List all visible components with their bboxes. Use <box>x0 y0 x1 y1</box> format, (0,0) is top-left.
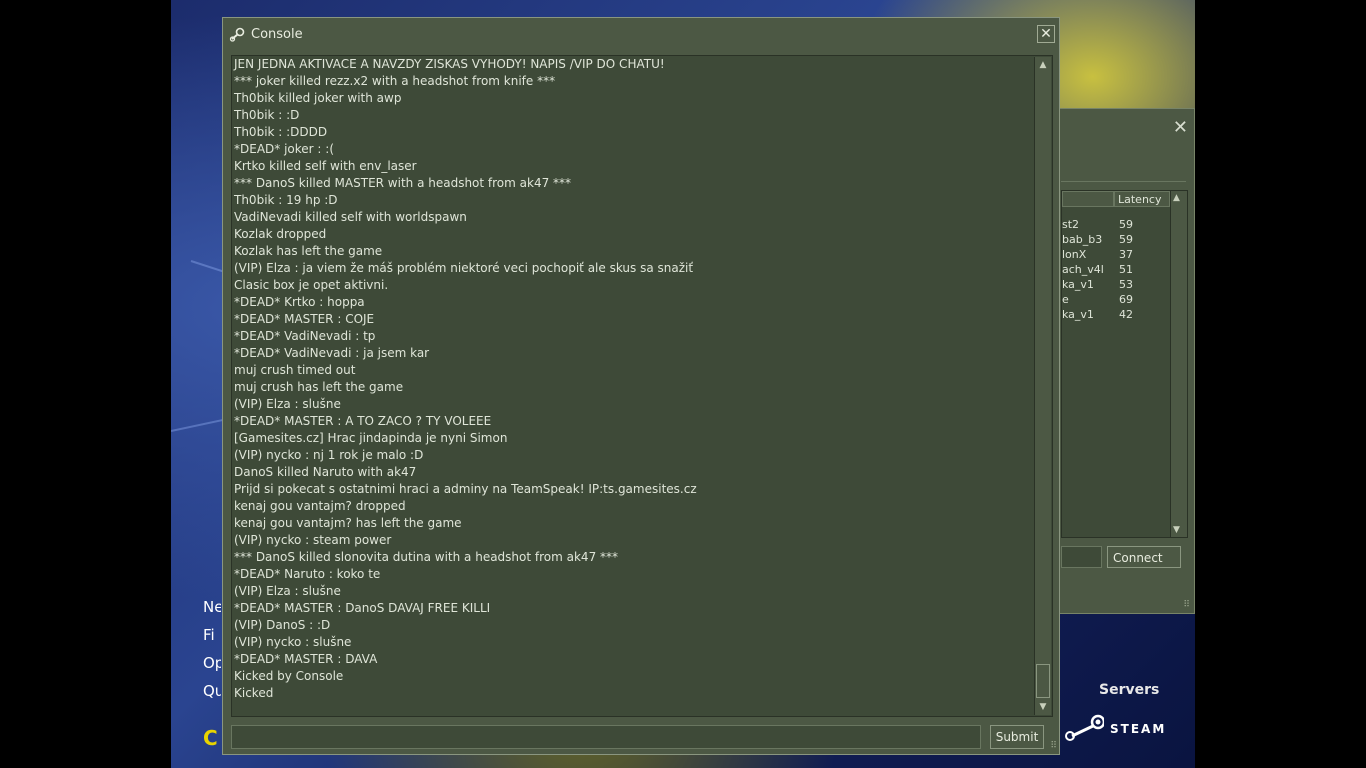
server-latency: 42 <box>1119 308 1133 321</box>
console-log[interactable]: JEN JEDNA AKTIVACE A NAVZDY ZISKAS VYHOD… <box>231 55 1053 717</box>
server-list-header-latency[interactable]: Latency <box>1114 191 1170 207</box>
console-log-line: *** joker killed rezz.x2 with a headshot… <box>234 74 556 88</box>
console-titlebar[interactable]: Console ✕ <box>223 18 1059 52</box>
console-log-line: *** DanoS killed MASTER with a headshot … <box>234 176 572 190</box>
console-title: Console <box>251 27 303 42</box>
server-map-name: ka_v1 <box>1062 278 1094 291</box>
main-menu-item-find-servers[interactable]: Fi <box>203 626 221 654</box>
server-latency: 51 <box>1119 263 1133 276</box>
console-log-line: JEN JEDNA AKTIVACE A NAVZDY ZISKAS VYHOD… <box>234 57 665 71</box>
console-log-line: *DEAD* MASTER : DAVA <box>234 652 378 666</box>
console-log-line: Prijd si pokecat s ostatnimi hraci a adm… <box>234 482 697 496</box>
console-log-line: DanoS killed Naruto with ak47 <box>234 465 417 479</box>
main-menu-item-new-game[interactable]: Ne <box>203 598 221 626</box>
console-log-line: *DEAD* VadiNevadi : tp <box>234 329 376 343</box>
servers-label[interactable]: Servers <box>1099 682 1159 698</box>
console-log-line: *DEAD* Krtko : hoppa <box>234 295 365 309</box>
console-log-line: Krtko killed self with env_laser <box>234 159 417 173</box>
connect-button[interactable]: Connect <box>1107 546 1181 568</box>
server-map-name: lonX <box>1062 248 1087 261</box>
steam-wordmark: STEAM <box>1110 721 1167 736</box>
server-map-name: st2 <box>1062 218 1080 231</box>
counter-strike-logo: C <box>203 726 218 750</box>
steam-icon <box>229 27 245 47</box>
server-list-header-map[interactable] <box>1062 191 1114 207</box>
console-window: Console ✕ JEN JEDNA AKTIVACE A NAVZDY ZI… <box>222 17 1060 755</box>
console-log-line: (VIP) nycko : slušne <box>234 635 352 649</box>
console-log-line: Kicked <box>234 686 274 700</box>
console-log-line: *** DanoS killed slonovita dutina with a… <box>234 550 619 564</box>
console-log-line: Clasic box je opet aktivni. <box>234 278 389 292</box>
console-log-line: Th0bik : :DDDD <box>234 125 328 139</box>
scroll-down-icon[interactable]: ▼ <box>1036 700 1050 714</box>
console-log-line: (VIP) Elza : slušne <box>234 397 341 411</box>
console-log-line: (VIP) Elza : slušne <box>234 584 341 598</box>
console-log-line: *DEAD* MASTER : DanoS DAVAJ FREE KILLI <box>234 601 491 615</box>
server-map-name: ka_v1 <box>1062 308 1094 321</box>
scroll-up-icon[interactable]: ▲ <box>1173 193 1180 203</box>
console-log-line: Kozlak dropped <box>234 227 327 241</box>
console-log-line: Th0bik killed joker with awp <box>234 91 402 105</box>
resize-grip-icon[interactable]: ⠿ <box>1183 600 1190 610</box>
server-address-field[interactable] <box>1061 546 1102 568</box>
server-latency: 69 <box>1119 293 1133 306</box>
console-log-line: *DEAD* MASTER : COJE <box>234 312 375 326</box>
server-row[interactable]: bab_b3 59 <box>1062 233 1170 248</box>
steam-icon <box>1060 712 1106 745</box>
server-map-name: bab_b3 <box>1062 233 1103 246</box>
console-log-line: *DEAD* MASTER : A TO ZACO ? TY VOLEEE <box>234 414 492 428</box>
server-row[interactable]: e 69 <box>1062 293 1170 308</box>
server-list-scrollbar[interactable]: ▲ ▼ <box>1170 191 1187 537</box>
console-log-line: *DEAD* joker : :( <box>234 142 334 156</box>
console-log-line: muj crush has left the game <box>234 380 404 394</box>
main-menu: Ne Fi Op Qu <box>203 598 221 710</box>
console-log-line: Th0bik : :D <box>234 108 300 122</box>
server-row[interactable]: ka_v1 42 <box>1062 308 1170 323</box>
console-log-line: muj crush timed out <box>234 363 356 377</box>
scroll-up-icon[interactable]: ▲ <box>1036 58 1050 72</box>
console-close-button[interactable]: ✕ <box>1037 25 1055 43</box>
console-log-line: (VIP) nycko : nj 1 rok je malo :D <box>234 448 424 462</box>
server-row[interactable]: st2 59 <box>1062 218 1170 233</box>
console-log-line: Kozlak has left the game <box>234 244 383 258</box>
main-menu-item-options[interactable]: Op <box>203 654 221 682</box>
console-command-input[interactable] <box>231 725 981 749</box>
console-log-line: *DEAD* VadiNevadi : ja jsem kar <box>234 346 430 360</box>
console-log-line: kenaj gou vantajm? dropped <box>234 499 406 513</box>
scroll-thumb[interactable] <box>1036 664 1050 698</box>
server-latency: 59 <box>1119 233 1133 246</box>
console-log-line: Kicked by Console <box>234 669 344 683</box>
server-list[interactable]: Latency st2 59 bab_b3 59 lonX 37 ach_v4l 51 ka_v… <box>1061 190 1188 538</box>
server-latency: 59 <box>1119 218 1133 231</box>
console-log-line: (VIP) Elza : ja viem že máš problém niek… <box>234 261 694 275</box>
submit-button[interactable]: Submit <box>990 725 1044 749</box>
console-log-line: [Gamesites.cz] Hrac jindapinda je nyni S… <box>234 431 508 445</box>
server-row[interactable]: ka_v1 53 <box>1062 278 1170 293</box>
console-log-line: VadiNevadi killed self with worldspawn <box>234 210 467 224</box>
console-log-line: (VIP) nycko : steam power <box>234 533 392 547</box>
main-menu-item-quit[interactable]: Qu <box>203 682 221 710</box>
console-log-line: (VIP) DanoS : :D <box>234 618 331 632</box>
server-latency: 53 <box>1119 278 1133 291</box>
servers-window: ✕ Latency st2 59 bab_b3 59 lonX 37 ach_v4l 51 ka… <box>1045 108 1195 614</box>
console-log-line: kenaj gou vantajm? has left the game <box>234 516 462 530</box>
console-log-line: *DEAD* Naruto : koko te <box>234 567 381 581</box>
server-row[interactable]: lonX 37 <box>1062 248 1170 263</box>
console-log-scrollbar[interactable]: ▲ ▼ <box>1034 57 1051 715</box>
scroll-down-icon[interactable]: ▼ <box>1173 525 1180 535</box>
server-latency: 37 <box>1119 248 1133 261</box>
server-row[interactable]: ach_v4l 51 <box>1062 263 1170 278</box>
server-map-name: e <box>1062 293 1069 306</box>
resize-grip-icon[interactable]: ⠿ <box>1050 741 1057 751</box>
steam-logo: STEAM <box>1060 712 1166 745</box>
servers-close-button[interactable]: ✕ <box>1173 117 1188 138</box>
console-log-line: Th0bik : 19 hp :D <box>234 193 338 207</box>
server-map-name: ach_v4l <box>1062 263 1104 276</box>
